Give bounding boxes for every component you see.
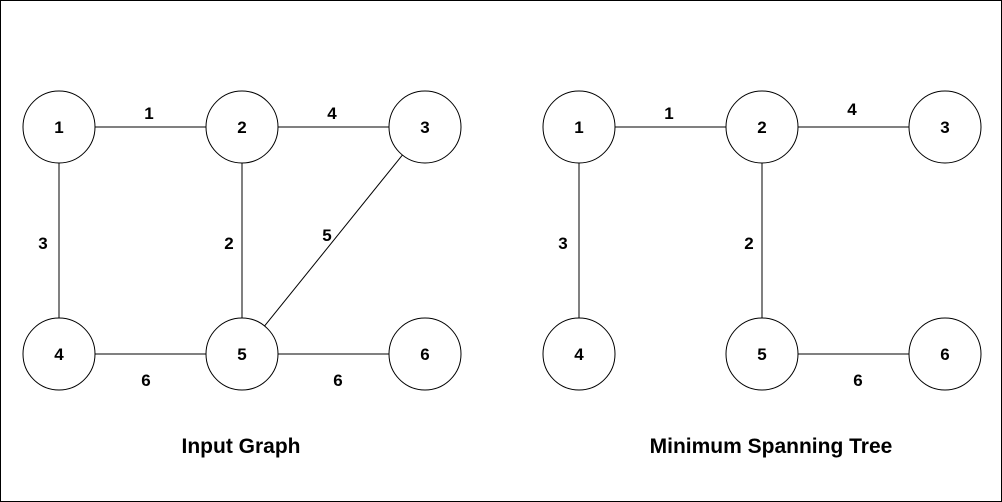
edge-weight-label: 6: [333, 371, 342, 390]
edge-1-4: 3: [558, 163, 580, 318]
edge-3-5: 5: [264, 154, 403, 327]
diagram-title: Minimum Spanning Tree: [650, 435, 893, 458]
node-label: 3: [420, 118, 429, 137]
node-label: 4: [54, 345, 64, 364]
edge-5-6: 6: [798, 353, 909, 390]
edge-weight-label: 3: [38, 234, 47, 253]
node-1: 1: [22, 90, 96, 164]
node-4: 4: [22, 317, 96, 391]
node-1: 1: [542, 90, 616, 164]
diagram-canvas: 1 4 3 2 5 6 6 1 2 3 4 5 6 Input Graph 1 4 3 2 6 1 2 3 4 5 6 Minim…: [0, 0, 1002, 502]
edge-2-3: 4: [278, 104, 389, 128]
node-5: 5: [205, 317, 279, 391]
node-label: 1: [54, 118, 63, 137]
node-label: 4: [574, 345, 584, 364]
edge-weight-label: 6: [853, 371, 862, 390]
node-label: 3: [940, 118, 949, 137]
edge-weight-label: 1: [664, 104, 673, 123]
edge-2-5: 2: [224, 163, 243, 318]
edge-1-4: 3: [38, 163, 60, 318]
edge-2-5: 2: [744, 163, 763, 318]
node-label: 1: [574, 118, 583, 137]
edge-weight-label: 4: [847, 100, 857, 119]
edge-weight-label: 6: [141, 371, 150, 390]
node-label: 2: [757, 118, 766, 137]
graphs-svg: 1 4 3 2 5 6 6 1 2 3 4 5 6 Input Graph 1 4 3 2 6 1 2 3 4 5 6 Minim…: [22, 90, 982, 458]
edge-2-3: 4: [798, 100, 909, 128]
edge-1-2: 1: [95, 104, 206, 128]
edge-weight-label: 3: [558, 234, 567, 253]
node-4: 4: [542, 317, 616, 391]
edge-5-6: 6: [278, 353, 389, 390]
node-label: 5: [757, 345, 766, 364]
edge-weight-label: 5: [322, 226, 331, 245]
input-graph: 1 4 3 2 5 6 6 1 2 3 4 5 6 Input Graph: [22, 90, 462, 458]
node-label: 5: [237, 345, 246, 364]
diagram-title: Input Graph: [182, 435, 301, 458]
node-3: 3: [908, 90, 982, 164]
node-2: 2: [205, 90, 279, 164]
node-6: 6: [908, 317, 982, 391]
node-label: 6: [940, 345, 949, 364]
edge-weight-label: 1: [144, 104, 153, 123]
edge-weight-label: 2: [224, 234, 233, 253]
edge-weight-label: 2: [744, 234, 753, 253]
edge-line: [264, 154, 403, 327]
node-label: 6: [420, 345, 429, 364]
node-3: 3: [388, 90, 462, 164]
edge-weight-label: 4: [327, 104, 337, 123]
node-label: 2: [237, 118, 246, 137]
edge-1-2: 1: [615, 104, 726, 128]
edge-4-5: 6: [95, 353, 206, 390]
node-2: 2: [725, 90, 799, 164]
node-5: 5: [725, 317, 799, 391]
node-6: 6: [388, 317, 462, 391]
mst-graph: 1 4 3 2 6 1 2 3 4 5 6 Minimum Spanning Tree: [542, 90, 982, 458]
